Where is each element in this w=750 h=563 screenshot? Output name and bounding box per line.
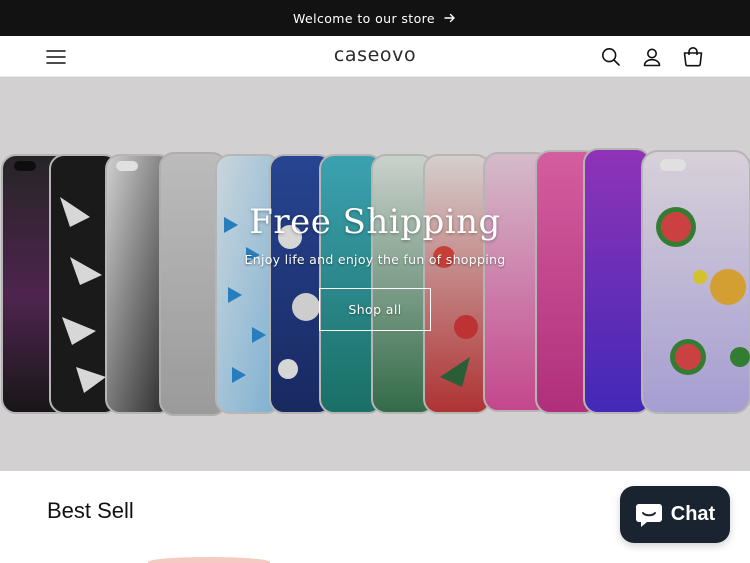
account-button[interactable] [639,44,665,70]
search-button[interactable] [598,44,624,70]
chat-label: Chat [670,503,716,525]
cart-button[interactable] [680,44,706,70]
chat-button[interactable]: Chat [620,486,730,543]
hero-content: Free Shipping Enjoy life and enjoy the f… [0,202,750,331]
search-icon [601,47,620,66]
hero-subtitle: Enjoy life and enjoy the fun of shopping [244,252,506,267]
chat-bubble-icon [635,503,662,527]
hero-title: Free Shipping [249,202,501,242]
site-header: caseovo [0,36,750,77]
product-image-peek[interactable] [148,557,270,563]
hero-banner: Free Shipping Enjoy life and enjoy the f… [0,77,750,471]
section-title: Best Sell [47,498,134,523]
cart-icon [683,47,703,67]
announcement-bar[interactable]: Welcome to our store [0,0,750,36]
user-icon [643,48,661,67]
arrow-right-icon [443,11,457,25]
shop-all-button[interactable]: Shop all [319,288,431,331]
announcement-text[interactable]: Welcome to our store [293,11,435,26]
store-logo[interactable]: caseovo [0,44,750,66]
